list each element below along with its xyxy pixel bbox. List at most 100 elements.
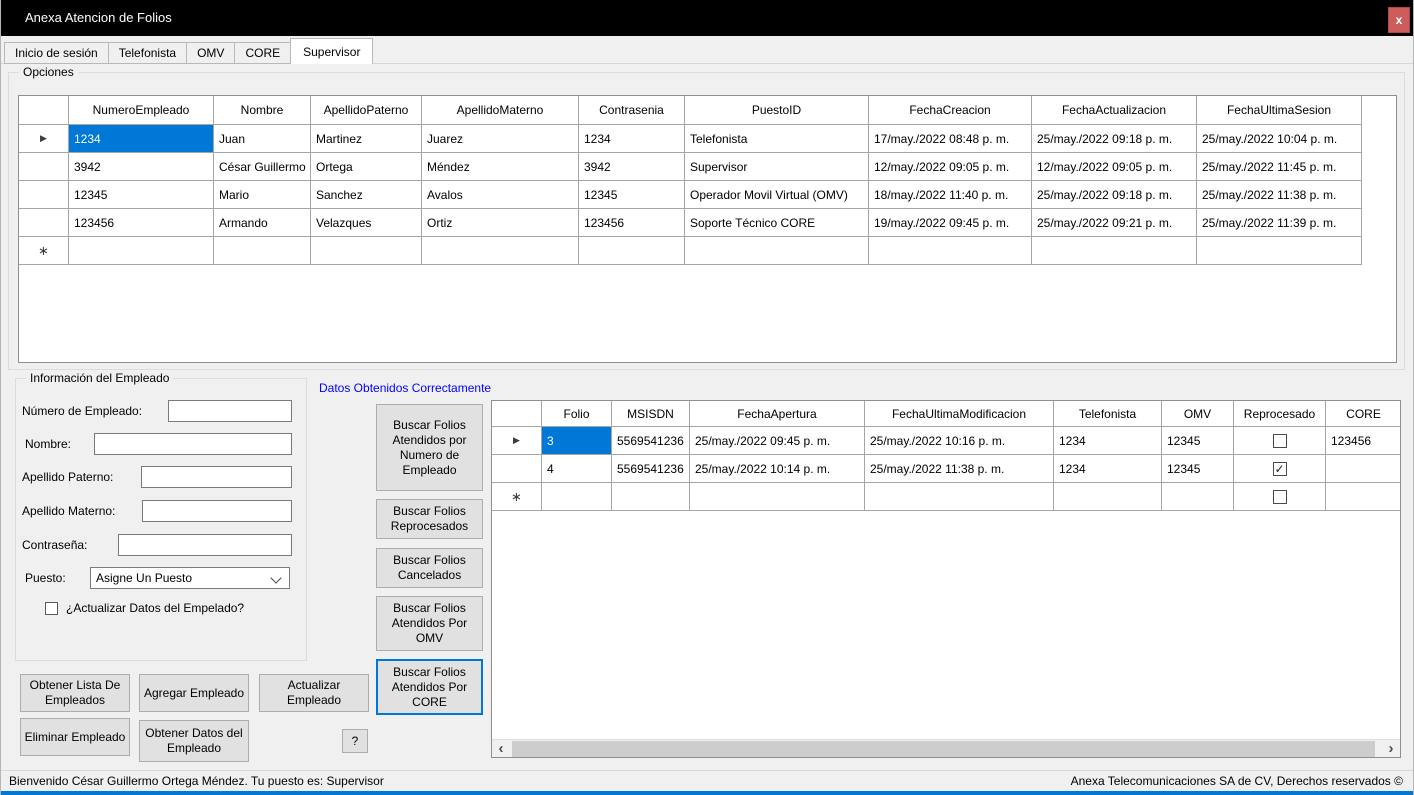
grid-cell[interactable]: Avalos (422, 181, 579, 208)
grid-cell[interactable]: Velazques (311, 209, 422, 236)
grid-cell[interactable] (311, 237, 422, 264)
puesto-dropdown[interactable]: Asigne Un Puesto (90, 567, 290, 589)
row-header-cell[interactable] (19, 181, 69, 208)
column-header[interactable]: FechaCreacion (869, 96, 1032, 124)
grid-cell[interactable]: 25/may./2022 11:38 p. m. (1197, 181, 1362, 208)
apellido-materno-field[interactable] (142, 500, 292, 522)
tab-supervisor[interactable]: Supervisor (290, 38, 373, 64)
column-header[interactable]: FechaApertura (690, 401, 865, 426)
grid-cell[interactable]: 1234 (69, 125, 214, 152)
grid-cell[interactable]: Armando (214, 209, 311, 236)
grid-cell[interactable]: 12345 (1162, 455, 1234, 482)
reprocesado-checkbox[interactable]: ✓ (1273, 462, 1287, 476)
obtener-lista-empleados-button[interactable]: Obtener Lista De Empleados (20, 674, 130, 712)
numero-empleado-field[interactable] (168, 400, 292, 422)
column-header[interactable]: NumeroEmpleado (69, 96, 214, 124)
reprocesado-checkbox[interactable] (1273, 490, 1287, 504)
grid-cell[interactable] (1032, 237, 1197, 264)
grid-cell[interactable]: Telefonista (685, 125, 869, 152)
title-bar[interactable]: Anexa Atencion de Folios x (1, 0, 1414, 36)
grid-cell[interactable] (1197, 237, 1362, 264)
column-header[interactable]: Nombre (214, 96, 311, 124)
grid-cell[interactable]: Supervisor (685, 153, 869, 180)
grid-cell[interactable]: 12345 (1162, 427, 1234, 454)
grid-cell[interactable]: 12/may./2022 09:05 p. m. (869, 153, 1032, 180)
grid-cell[interactable]: 3 (542, 427, 612, 454)
grid-cell[interactable]: Ortega (311, 153, 422, 180)
grid-cell[interactable]: 1234 (1054, 455, 1162, 482)
employees-grid[interactable]: NumeroEmpleadoNombreApellidoPaternoApell… (18, 95, 1397, 363)
scroll-right-icon[interactable]: › (1382, 740, 1400, 757)
horizontal-scrollbar[interactable]: ‹ › (492, 739, 1400, 757)
grid-cell[interactable] (1326, 483, 1401, 510)
grid-cell[interactable]: 25/may./2022 10:16 p. m. (865, 427, 1054, 454)
grid-cell[interactable] (1162, 483, 1234, 510)
grid-cell[interactable]: 19/may./2022 09:45 p. m. (869, 209, 1032, 236)
grid-cell[interactable] (1234, 427, 1326, 454)
contrasena-field[interactable] (118, 534, 292, 556)
grid-cell[interactable] (690, 483, 865, 510)
grid-cell[interactable]: 25/may./2022 11:45 p. m. (1197, 153, 1362, 180)
row-header-cell[interactable]: ▶ (492, 427, 542, 454)
tab-core[interactable]: CORE (234, 42, 291, 64)
grid-cell[interactable] (612, 483, 690, 510)
actualizar-empleado-button[interactable]: Actualizar Empleado (259, 674, 369, 712)
grid-cell[interactable]: Mario (214, 181, 311, 208)
grid-cell[interactable]: 1234 (579, 125, 685, 152)
grid-cell[interactable] (579, 237, 685, 264)
column-header[interactable]: Telefonista (1054, 401, 1162, 426)
grid-cell[interactable]: 4 (542, 455, 612, 482)
column-header[interactable]: MSISDN (612, 401, 690, 426)
buscar-folios-button-4[interactable]: Buscar Folios Atendidos Por OMV (376, 596, 483, 651)
grid-cell[interactable]: 5569541236 (612, 455, 690, 482)
nombre-field[interactable] (94, 433, 292, 455)
folios-grid[interactable]: ‹ › FolioMSISDNFechaAperturaFechaUltimaM… (491, 400, 1401, 758)
grid-cell[interactable]: Soporte Técnico CORE (685, 209, 869, 236)
scroll-left-icon[interactable]: ‹ (492, 740, 510, 757)
scrollbar-thumb[interactable] (512, 741, 1375, 757)
grid-cell[interactable] (214, 237, 311, 264)
column-header[interactable]: Folio (542, 401, 612, 426)
grid-cell[interactable] (1054, 483, 1162, 510)
grid-cell[interactable] (1326, 455, 1401, 482)
column-header[interactable]: FechaUltimaSesion (1197, 96, 1362, 124)
tab-telefonista[interactable]: Telefonista (108, 42, 187, 64)
grid-cell[interactable]: 1234 (1054, 427, 1162, 454)
grid-cell[interactable]: Méndez (422, 153, 579, 180)
grid-cell[interactable]: 25/may./2022 09:18 p. m. (1032, 125, 1197, 152)
column-header[interactable]: CORE (1326, 401, 1401, 426)
actualizar-datos-checkbox[interactable] (45, 602, 58, 615)
grid-cell[interactable] (1234, 483, 1326, 510)
buscar-folios-button-2[interactable]: Buscar Folios Reprocesados (376, 499, 483, 539)
obtener-datos-empleado-button[interactable]: Obtener Datos del Empleado (139, 720, 249, 762)
grid-cell[interactable]: 17/may./2022 08:48 p. m. (869, 125, 1032, 152)
grid-cell[interactable]: 123456 (69, 209, 214, 236)
grid-cell[interactable]: 25/may./2022 09:21 p. m. (1032, 209, 1197, 236)
grid-cell[interactable]: 25/may./2022 10:04 p. m. (1197, 125, 1362, 152)
grid-cell[interactable]: César Guillermo (214, 153, 311, 180)
grid-cell[interactable] (865, 483, 1054, 510)
column-header[interactable]: ApellidoPaterno (311, 96, 422, 124)
grid-cell[interactable]: Operador Movil Virtual (OMV) (685, 181, 869, 208)
eliminar-empleado-button[interactable]: Eliminar Empleado (20, 718, 130, 756)
select-all-corner[interactable] (492, 401, 542, 426)
grid-cell[interactable]: 3942 (579, 153, 685, 180)
grid-cell[interactable]: 5569541236 (612, 427, 690, 454)
grid-cell[interactable] (69, 237, 214, 264)
column-header[interactable]: FechaActualizacion (1032, 96, 1197, 124)
grid-cell[interactable]: 12/may./2022 09:05 p. m. (1032, 153, 1197, 180)
grid-cell[interactable]: 25/may./2022 10:14 p. m. (690, 455, 865, 482)
help-button[interactable]: ? (342, 729, 368, 753)
column-header[interactable]: PuestoID (685, 96, 869, 124)
column-header[interactable]: ApellidoMaterno (422, 96, 579, 124)
agregar-empleado-button[interactable]: Agregar Empleado (139, 674, 249, 712)
grid-cell[interactable]: 25/may./2022 11:39 p. m. (1197, 209, 1362, 236)
grid-cell[interactable]: 3942 (69, 153, 214, 180)
grid-cell[interactable] (422, 237, 579, 264)
buscar-folios-button-1[interactable]: Buscar Folios Atendidos por Numero de Em… (376, 404, 483, 491)
grid-cell[interactable]: Juarez (422, 125, 579, 152)
apellido-paterno-field[interactable] (141, 466, 292, 488)
tab-omv[interactable]: OMV (186, 42, 235, 64)
buscar-folios-button-3[interactable]: Buscar Folios Cancelados (376, 548, 483, 588)
column-header[interactable]: Reprocesado (1234, 401, 1326, 426)
